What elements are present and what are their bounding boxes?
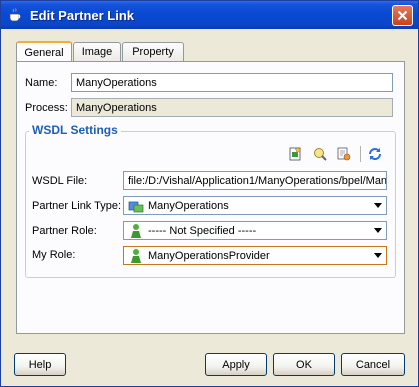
tab-general-label: General: [24, 46, 64, 59]
role-icon: [128, 223, 144, 239]
tab-property-label: Property: [132, 46, 174, 58]
partner-role-select[interactable]: ----- Not Specified -----: [123, 221, 387, 240]
browse-wsdl-icon[interactable]: [311, 145, 329, 163]
chevron-down-icon: [374, 228, 382, 233]
help-button[interactable]: Help: [14, 353, 66, 376]
name-label: Name:: [25, 77, 58, 89]
tab-property[interactable]: Property: [122, 42, 184, 61]
chevron-down-icon: [374, 203, 382, 208]
refresh-icon[interactable]: [366, 145, 384, 163]
partner-role-label: Partner Role:: [32, 225, 97, 237]
my-role-label: My Role:: [32, 249, 76, 261]
tab-image[interactable]: Image: [73, 42, 121, 61]
role-icon: [128, 248, 144, 264]
wsdl-file-input[interactable]: file:/D:/Vishal/Application1/ManyOperati…: [123, 171, 387, 190]
window-title: Edit Partner Link: [30, 7, 135, 23]
partner-link-type-label: Partner Link Type:: [32, 200, 122, 212]
close-icon: [397, 10, 408, 21]
title-bar[interactable]: Edit Partner Link: [1, 1, 418, 29]
tab-image-label: Image: [81, 46, 113, 58]
toolbar-separator: [360, 146, 361, 162]
cancel-button[interactable]: Cancel: [341, 353, 405, 376]
tab-general[interactable]: General: [16, 41, 72, 62]
create-wsdl-icon[interactable]: [286, 145, 304, 163]
process-field: ManyOperations: [71, 98, 393, 117]
ok-button[interactable]: OK: [273, 353, 335, 376]
chevron-down-icon: [374, 253, 382, 258]
my-role-select[interactable]: ManyOperationsProvider: [123, 246, 387, 265]
wsdl-file-label: WSDL File:: [32, 175, 88, 187]
partner-link-type-icon: [128, 198, 144, 214]
service-explorer-icon[interactable]: [335, 145, 353, 163]
name-input[interactable]: ManyOperations: [71, 73, 393, 92]
edit-partner-link-dialog: Edit Partner Link General Image Property…: [0, 0, 419, 387]
wsdl-settings-title: WSDL Settings: [29, 123, 121, 137]
process-label: Process:: [25, 102, 68, 114]
apply-button[interactable]: Apply: [205, 353, 267, 376]
coffee-cup-icon: [7, 7, 23, 23]
close-button[interactable]: [392, 5, 413, 26]
partner-link-type-select[interactable]: ManyOperations: [123, 196, 387, 215]
